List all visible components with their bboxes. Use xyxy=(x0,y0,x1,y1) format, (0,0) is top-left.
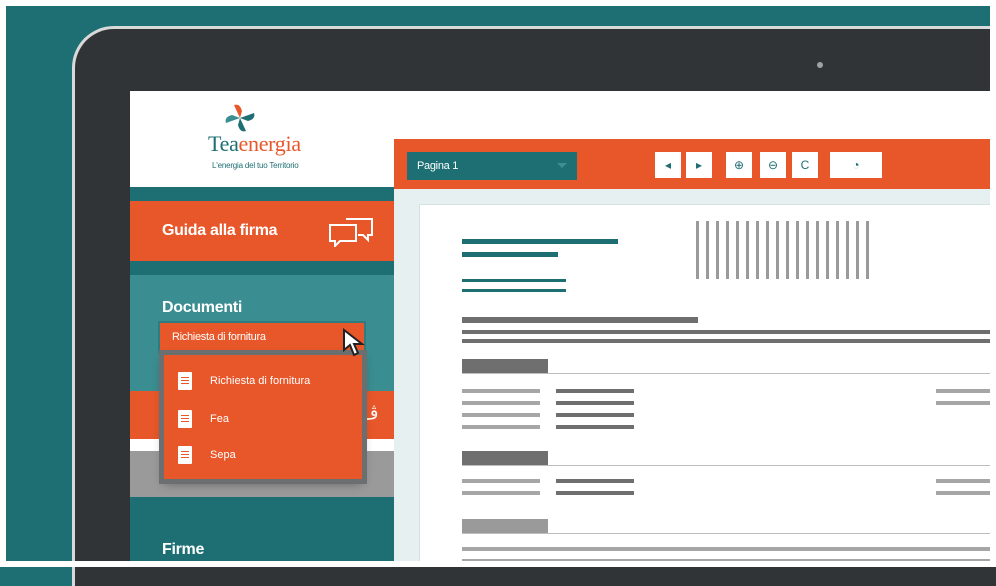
document-icon xyxy=(178,446,192,464)
doc-line xyxy=(556,491,634,495)
doc-line xyxy=(462,339,996,343)
doc-line xyxy=(462,479,540,483)
guida-label: Guida alla firma xyxy=(162,222,278,239)
document-icon xyxy=(178,372,192,390)
sidebar-divider-2 xyxy=(130,261,394,275)
doc-line xyxy=(462,401,540,405)
doc-section-header xyxy=(462,359,548,373)
doc-line xyxy=(462,279,566,282)
doc-line xyxy=(936,491,996,495)
sidebar: Teaenergia L'energia del tuo Territorio … xyxy=(130,91,394,567)
brand-name-tea: Tea xyxy=(208,131,239,156)
timer-icon: ◔ xyxy=(852,158,860,172)
doc-line xyxy=(462,413,540,417)
documenti-title: Documenti xyxy=(162,299,242,316)
doc-line xyxy=(462,239,618,244)
doc-line xyxy=(556,389,634,393)
doc-line xyxy=(462,373,996,374)
doc-section-header xyxy=(462,519,548,533)
rotate-icon: C xyxy=(800,158,810,172)
doc-line xyxy=(556,425,634,429)
doc-line xyxy=(462,289,566,292)
doc-line xyxy=(462,317,698,323)
doc-line xyxy=(936,479,996,483)
doc-line xyxy=(936,401,996,405)
next-page-button[interactable]: ▸ xyxy=(686,152,712,178)
barcode-icon xyxy=(696,221,869,279)
sidebar-item-guida[interactable]: Guida alla firma xyxy=(130,201,394,261)
timer-button[interactable]: ◔ xyxy=(830,152,882,178)
doc-line xyxy=(462,425,540,429)
doc-line xyxy=(462,533,996,534)
document-icon xyxy=(178,410,192,428)
doc-line xyxy=(462,330,996,334)
zoom-in-button[interactable]: ⊕ xyxy=(726,152,752,178)
zoom-out-icon: ⊖ xyxy=(767,158,779,172)
doc-line xyxy=(462,465,996,466)
sidebar-item-firme[interactable]: Firme xyxy=(130,517,394,567)
doc-line xyxy=(462,389,540,393)
app-screen: Teaenergia L'energia del tuo Territorio … xyxy=(130,91,996,567)
documenti-select[interactable]: Richiesta di fornitura xyxy=(160,323,364,351)
brand-tagline: L'energia del tuo Territorio xyxy=(212,161,299,170)
brand-name-energia: energia xyxy=(238,131,302,156)
brand-logo: Teaenergia L'energia del tuo Territorio xyxy=(130,91,394,187)
webcam xyxy=(817,62,823,68)
dropdown-item-label: Fea xyxy=(210,413,229,425)
doc-line xyxy=(462,491,540,495)
chat-bubbles-icon xyxy=(329,218,373,247)
doc-line xyxy=(556,401,634,405)
sidebar-divider xyxy=(130,187,394,201)
arrow-right-icon: ▸ xyxy=(695,158,703,172)
rotate-button[interactable]: C xyxy=(792,152,818,178)
dropdown-item-label: Sepa xyxy=(210,449,236,461)
dropdown-item-label: Richiesta di fornitura xyxy=(210,375,311,387)
doc-line xyxy=(462,252,558,257)
brand-name: Teaenergia xyxy=(208,131,301,157)
page-select-value: Pagina 1 xyxy=(417,160,459,172)
doc-line xyxy=(556,413,634,417)
page-select[interactable]: Pagina 1 xyxy=(407,152,577,180)
documenti-dropdown: Richiesta di fornitura Fea Sepa xyxy=(164,355,362,479)
dropdown-item-sepa[interactable]: Sepa xyxy=(178,445,236,465)
doc-line xyxy=(462,559,996,563)
doc-line xyxy=(556,479,634,483)
dropdown-item-richiesta[interactable]: Richiesta di fornitura xyxy=(178,371,310,391)
documenti-select-value: Richiesta di fornitura xyxy=(172,331,266,343)
doc-section-header xyxy=(462,451,548,465)
zoom-out-button[interactable]: ⊖ xyxy=(760,152,786,178)
pinwheel-logo-icon xyxy=(225,104,255,132)
dropdown-item-fea[interactable]: Fea xyxy=(178,409,229,429)
doc-line xyxy=(462,547,996,551)
pen-icon: ڤ xyxy=(360,403,379,423)
document-page xyxy=(420,205,996,567)
doc-line xyxy=(936,389,996,393)
firme-label: Firme xyxy=(162,541,205,558)
sidebar-divider-3 xyxy=(130,497,394,517)
mouse-cursor-icon xyxy=(343,328,365,357)
zoom-in-icon: ⊕ xyxy=(733,158,745,172)
prev-page-button[interactable]: ◂ xyxy=(655,152,681,178)
chevron-down-icon xyxy=(557,163,567,168)
arrow-left-icon: ◂ xyxy=(664,158,672,172)
